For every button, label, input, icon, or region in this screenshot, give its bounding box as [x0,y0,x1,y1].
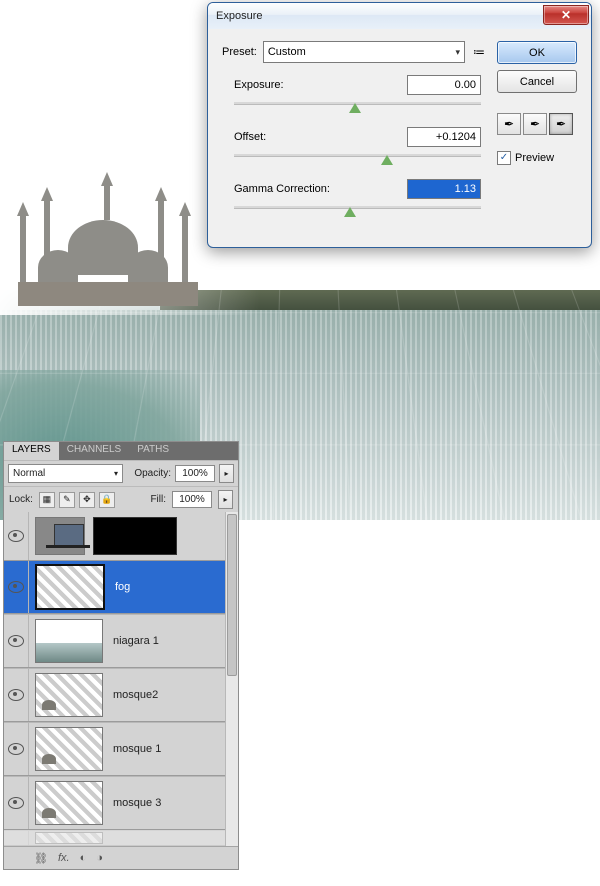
layers-panel: LAYERSCHANNELSPATHS Normal ▾ Opacity: 10… [3,441,239,870]
layer-thumb [35,727,103,771]
lock-all-icon[interactable]: 🔒 [99,492,115,508]
layer-row[interactable] [4,512,238,561]
preview-label: Preview [515,152,554,164]
ok-button[interactable]: OK [497,41,577,64]
fill-label: Fill: [142,494,166,505]
preset-label: Preset: [222,46,257,58]
layer-thumb [35,832,103,844]
layer-row[interactable]: mosque 3 [4,776,238,830]
lock-pixels-icon[interactable]: ✎ [59,492,75,508]
param-slider[interactable] [234,151,481,167]
slider-thumb-icon[interactable] [349,103,361,113]
lock-label: Lock: [9,494,33,505]
layer-thumb [35,619,103,663]
cancel-button[interactable]: Cancel [497,70,577,93]
blend-mode-select[interactable]: Normal ▾ [8,464,123,483]
checkbox-icon: ✓ [497,151,511,165]
layer-name[interactable]: niagara 1 [109,635,226,647]
lock-position-icon[interactable]: ✥ [79,492,95,508]
adjustment-layer-icon[interactable]: ◑ [96,852,103,864]
param-slider[interactable] [234,203,481,219]
layer-fx-icon[interactable]: fx. [58,852,70,864]
opacity-flyout-icon[interactable]: ▸ [219,464,234,483]
dialog-title: Exposure [216,10,262,22]
slider-thumb-icon[interactable] [344,207,356,217]
visibility-icon[interactable] [8,530,24,542]
param-input[interactable]: 0.00 [407,75,481,95]
preview-checkbox[interactable]: ✓ Preview [497,151,577,165]
layer-row[interactable] [4,830,238,846]
layer-mask-icon[interactable]: ◐ [80,852,87,864]
slider-thumb-icon[interactable] [381,155,393,165]
lock-transparency-icon[interactable]: ▦ [39,492,55,508]
layers-list: fog niagara 1 mosque2 mosque 1 mosque 3 [4,512,238,846]
close-icon[interactable]: ✕ [543,5,589,25]
layer-name[interactable]: mosque2 [109,689,226,701]
visibility-icon[interactable] [8,689,24,701]
param-slider[interactable] [234,99,481,115]
param-input[interactable]: 1.13 [407,179,481,199]
param-label: Gamma Correction: [234,183,330,195]
param-input[interactable]: +0.1204 [407,127,481,147]
layer-name[interactable]: fog [111,581,226,593]
preset-select[interactable]: Custom ▾ [263,41,465,63]
layer-name[interactable]: mosque 1 [109,743,226,755]
tab-paths[interactable]: PATHS [129,442,177,460]
scrollbar[interactable] [225,512,238,846]
visibility-icon[interactable] [8,581,24,593]
adjustment-thumb-icon [35,517,85,555]
visibility-icon[interactable] [8,743,24,755]
blend-mode-value: Normal [13,468,45,479]
preset-options-icon[interactable]: ≔ [471,44,487,60]
eyedropper-white-icon[interactable]: ✒ [549,113,573,135]
preset-value: Custom [268,46,306,58]
opacity-input[interactable]: 100% [175,465,215,482]
layers-footer: ⛓ fx. ◐ ◑ [4,846,238,869]
layer-row[interactable]: fog [4,561,238,614]
visibility-icon[interactable] [8,797,24,809]
eyedropper-black-icon[interactable]: ✒ [497,113,521,135]
tab-layers[interactable]: LAYERS [4,442,59,460]
opacity-label: Opacity: [127,468,171,479]
exposure-dialog: Exposure ✕ Preset: Custom ▾ ≔ Exposure: 0… [207,2,592,248]
chevron-down-icon: ▾ [114,469,118,478]
param-label: Offset: [234,131,266,143]
layer-thumb [35,564,105,610]
layer-thumb [35,781,103,825]
link-layers-icon[interactable]: ⛓ [34,852,48,865]
param-label: Exposure: [234,79,284,91]
layer-row[interactable]: mosque2 [4,668,238,722]
layer-row[interactable]: niagara 1 [4,614,238,668]
layer-row[interactable]: mosque 1 [4,722,238,776]
dialog-titlebar[interactable]: Exposure ✕ [208,3,591,29]
chevron-down-icon: ▾ [455,47,460,58]
layer-thumb [35,673,103,717]
tab-channels[interactable]: CHANNELS [59,442,129,460]
layer-mask-thumb [93,517,177,555]
fill-input[interactable]: 100% [172,491,212,508]
fill-flyout-icon[interactable]: ▸ [218,490,233,509]
panel-tabs: LAYERSCHANNELSPATHS [4,442,238,460]
visibility-icon[interactable] [8,635,24,647]
layer-name[interactable]: mosque 3 [109,797,226,809]
eyedropper-gray-icon[interactable]: ✒ [523,113,547,135]
